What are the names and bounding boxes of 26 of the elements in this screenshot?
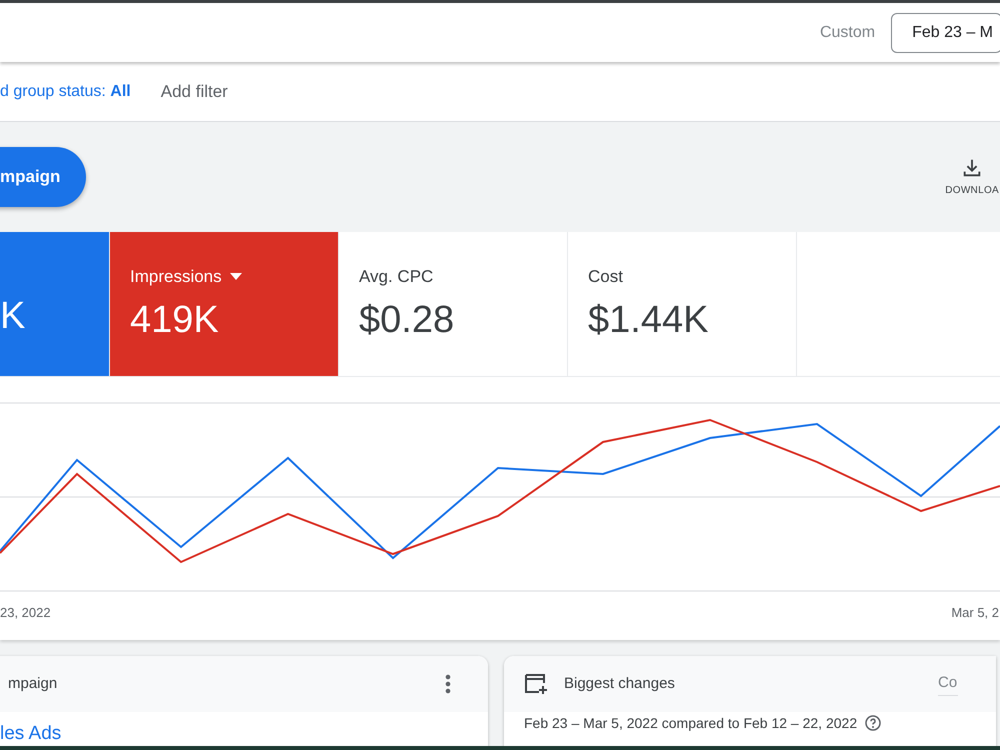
date-range-button[interactable]: Feb 23 – M — [891, 12, 1000, 52]
date-range-label: Custom — [820, 22, 876, 42]
metric-label: Cost — [588, 266, 623, 288]
metric-label: Avg. CPC — [359, 266, 434, 288]
download-button[interactable]: DOWNLOA — [945, 156, 999, 198]
metric-card[interactable]: K — [0, 232, 110, 376]
card-title: mpaign — [8, 674, 58, 694]
campaign-link[interactable]: les Ads — [0, 723, 62, 744]
axis-label: 23, 2022 — [0, 604, 51, 622]
help-icon[interactable] — [865, 715, 882, 732]
metric-value: $1.44K — [588, 298, 708, 340]
metric-value: K — [0, 295, 26, 337]
compare-field[interactable]: Co — [938, 672, 958, 696]
axis-label: Mar 5, 2 — [951, 604, 999, 622]
metric-value: $0.28 — [359, 298, 454, 340]
card-title: Biggest changes — [564, 674, 675, 694]
new-campaign-button[interactable]: mpaign — [0, 147, 86, 207]
dropdown-icon[interactable] — [230, 273, 242, 280]
comparison-text: Feb 23 – Mar 5, 2022 compared to Feb 12 – 22, 2022 — [524, 715, 858, 732]
status-filter[interactable]: d group status: All — [0, 80, 131, 104]
more-icon[interactable] — [445, 674, 451, 694]
add-window-icon — [524, 673, 548, 695]
metric-value: 419K — [130, 298, 219, 340]
metric-card[interactable]: Impressions 419K — [110, 232, 339, 376]
add-filter-button[interactable]: Add filter — [154, 78, 234, 106]
metric-label: Impressions — [130, 266, 222, 288]
